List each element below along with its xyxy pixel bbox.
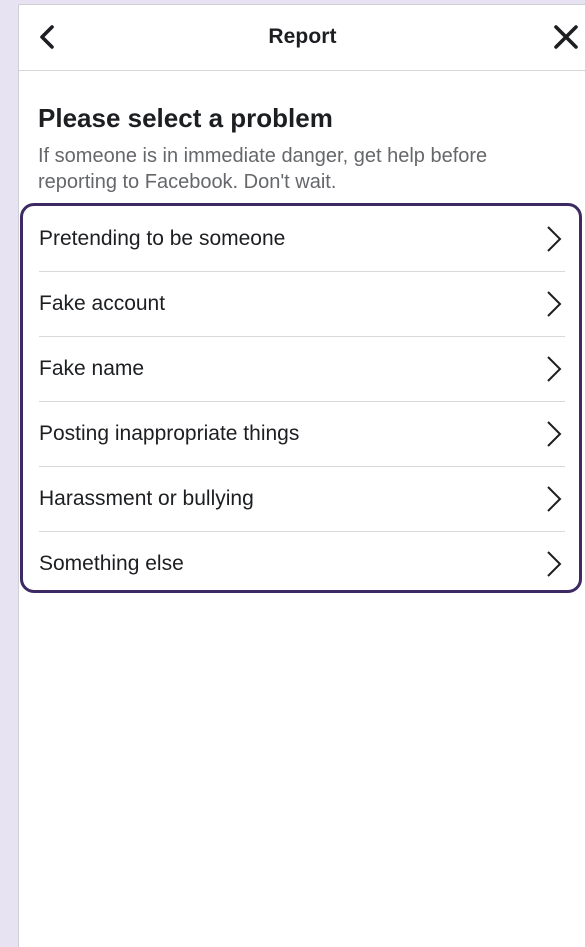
option-label: Pretending to be someone	[39, 226, 286, 250]
option-label: Something else	[39, 551, 184, 575]
chevron-right-icon	[543, 549, 565, 579]
chevron-right-icon	[543, 484, 565, 514]
page-subtitle: If someone is in immediate danger, get h…	[38, 145, 488, 193]
problem-options-list: Pretending to be someone Fake account Fa…	[20, 203, 582, 593]
page-title: Please select a problem	[38, 103, 333, 133]
option-pretending-to-be-someone[interactable]: Pretending to be someone	[39, 206, 565, 272]
chevron-right-icon	[543, 224, 565, 254]
option-fake-account[interactable]: Fake account	[39, 271, 565, 337]
chevron-right-icon	[543, 419, 565, 449]
option-label: Posting inappropriate things	[39, 421, 300, 445]
option-posting-inappropriate-things[interactable]: Posting inappropriate things	[39, 401, 565, 467]
option-harassment-or-bullying[interactable]: Harassment or bullying	[39, 466, 565, 532]
close-button[interactable]	[548, 19, 584, 55]
option-label: Fake account	[39, 291, 166, 315]
close-icon	[554, 25, 578, 49]
dialog-title: Report	[268, 25, 337, 48]
option-label: Harassment or bullying	[39, 486, 254, 510]
chevron-right-icon	[543, 289, 565, 319]
report-dialog: Report Please select a problem If someon…	[18, 4, 585, 947]
option-something-else[interactable]: Something else	[39, 531, 565, 596]
dialog-header: Report	[19, 5, 585, 71]
chevron-right-icon	[543, 354, 565, 384]
option-label: Fake name	[39, 356, 145, 380]
option-fake-name[interactable]: Fake name	[39, 336, 565, 402]
